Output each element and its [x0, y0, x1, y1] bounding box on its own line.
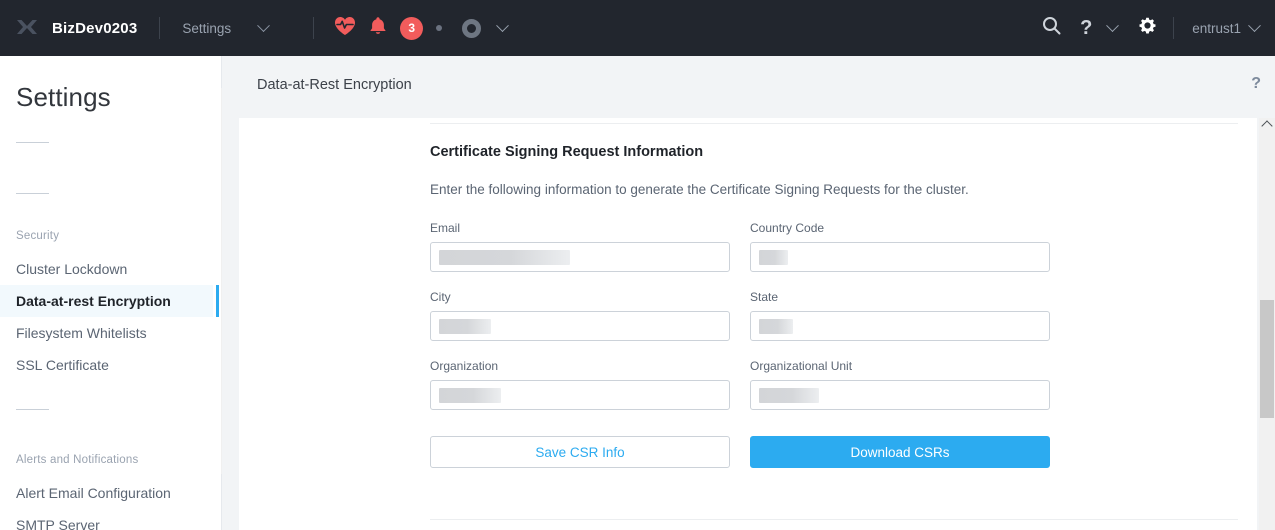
field-organization: Organization [430, 359, 730, 410]
csr-card: Certificate Signing Request Information … [239, 118, 1257, 530]
alert-count-badge[interactable]: 3 [400, 16, 424, 40]
sidebar-divider [16, 409, 49, 410]
form-description: Enter the following information to gener… [430, 182, 969, 197]
tasks-dropdown-toggle[interactable] [496, 18, 510, 33]
sidebar-divider [16, 193, 49, 194]
email-input[interactable] [430, 242, 730, 272]
redacted-value [439, 387, 501, 403]
redacted-value [759, 387, 819, 403]
sidebar-item-label: Filesystem Whitelists [16, 325, 147, 341]
bell-icon [369, 16, 387, 41]
chevron-up-icon [1261, 120, 1273, 132]
field-label: City [430, 290, 451, 304]
field-label: Organizational Unit [750, 359, 853, 373]
top-navigation-bar: BizDev0203 Settings 3 ? entrust1 [0, 0, 1275, 56]
redacted-value [439, 249, 570, 265]
divider [313, 17, 315, 39]
country-code-input[interactable] [750, 242, 1050, 272]
field-city: City [430, 290, 730, 341]
cluster-name[interactable]: BizDev0203 [52, 20, 137, 37]
question-mark-icon: ? [1080, 17, 1093, 39]
field-state: State [750, 290, 1050, 341]
sidebar-item-label: SSL Certificate [16, 357, 109, 373]
field-email: Email [430, 221, 730, 272]
content-scrollbar[interactable] [1259, 118, 1275, 530]
form-actions: Save CSR Info Download CSRs [430, 436, 1238, 468]
heart-pulse-icon [334, 16, 356, 41]
sidebar-item-ssl-certificate[interactable]: SSL Certificate [0, 349, 221, 381]
x-logo-icon[interactable] [14, 15, 40, 41]
content-scrollbar-thumb[interactable] [1260, 300, 1274, 418]
user-menu[interactable]: entrust1 [1174, 18, 1261, 36]
page-help-icon[interactable]: ? [1251, 76, 1261, 92]
sidebar-group-label: Alerts and Notifications [16, 454, 139, 466]
sidebar-item-label: SMTP Server [16, 517, 100, 530]
divider [159, 17, 161, 39]
city-input[interactable] [430, 311, 730, 341]
topbar-right-group: ? entrust1 [1029, 0, 1261, 56]
field-label: Country Code [750, 221, 825, 235]
search-icon [1042, 16, 1061, 40]
settings-button[interactable] [1125, 0, 1169, 56]
sidebar-item-filesystem-whitelists[interactable]: Filesystem Whitelists [0, 317, 221, 349]
page-title: Data-at-Rest Encryption [257, 77, 412, 93]
field-label: Email [430, 221, 461, 235]
organization-input[interactable] [430, 380, 730, 410]
help-button[interactable]: ? [1073, 0, 1099, 56]
redacted-value [759, 318, 793, 334]
field-country-code: Country Code [750, 221, 1050, 272]
nav-dropdown-toggle[interactable] [231, 0, 295, 56]
content-header: Data-at-Rest Encryption ? [222, 56, 1275, 114]
redacted-value [759, 249, 788, 265]
sidebar-group-alerts: Alerts and Notifications Alert Email Con… [0, 454, 221, 530]
main-content: Data-at-Rest Encryption ? Certificate Si… [222, 56, 1275, 530]
help-dropdown-toggle[interactable] [1099, 0, 1125, 56]
csr-form: Certificate Signing Request Information … [430, 144, 1238, 468]
card-top-divider [430, 123, 1238, 124]
status-indicator-group: 3 [334, 16, 510, 41]
sidebar-item-label: Alert Email Configuration [16, 485, 171, 501]
chevron-down-icon [496, 18, 510, 32]
search-button[interactable] [1029, 0, 1073, 56]
sidebar-item-alert-email-configuration[interactable]: Alert Email Configuration [0, 477, 221, 509]
redacted-value [439, 318, 491, 334]
chevron-down-icon [256, 18, 270, 32]
card-bottom-divider [430, 519, 1238, 520]
form-row: Email Country Code [430, 221, 1238, 272]
form-row: Organization Organizational Unit [430, 359, 1238, 410]
download-csrs-button[interactable]: Download CSRs [750, 436, 1050, 468]
settings-sidebar: Settings Security Cluster Lockdown Data-… [0, 56, 222, 530]
sidebar-group-security: Security Cluster Lockdown Data-at-rest E… [0, 230, 221, 381]
state-input[interactable] [750, 311, 1050, 341]
form-row: City State [430, 290, 1238, 341]
content-scroll-up-button[interactable] [1259, 120, 1275, 132]
ring-icon [462, 18, 482, 38]
sidebar-item-label: Data-at-rest Encryption [16, 293, 171, 309]
organizational-unit-input[interactable] [750, 380, 1050, 410]
sidebar-title: Settings [16, 82, 111, 112]
sidebar-item-label: Cluster Lockdown [16, 261, 128, 277]
form-heading: Certificate Signing Request Information [430, 144, 704, 160]
cluster-health-button[interactable] [334, 16, 356, 41]
field-label: Organization [430, 359, 499, 373]
tasks-button[interactable] [462, 18, 482, 38]
user-name-label: entrust1 [1192, 20, 1241, 36]
gear-icon [1137, 15, 1158, 41]
sidebar-item-smtp-server[interactable]: SMTP Server [0, 509, 221, 530]
status-dot-icon [436, 25, 443, 31]
field-label: State [750, 290, 779, 304]
chevron-down-icon [1105, 18, 1119, 32]
field-organizational-unit: Organizational Unit [750, 359, 1050, 410]
chevron-down-icon [1248, 18, 1261, 32]
nav-settings-label[interactable]: Settings [182, 21, 231, 36]
sidebar-group-label: Security [16, 230, 60, 242]
alerts-bell-button[interactable] [369, 16, 387, 41]
save-csr-info-button[interactable]: Save CSR Info [430, 436, 730, 468]
sidebar-item-data-at-rest-encryption[interactable]: Data-at-rest Encryption [0, 285, 219, 317]
sidebar-item-cluster-lockdown[interactable]: Cluster Lockdown [0, 253, 221, 285]
sidebar-divider [16, 142, 49, 143]
